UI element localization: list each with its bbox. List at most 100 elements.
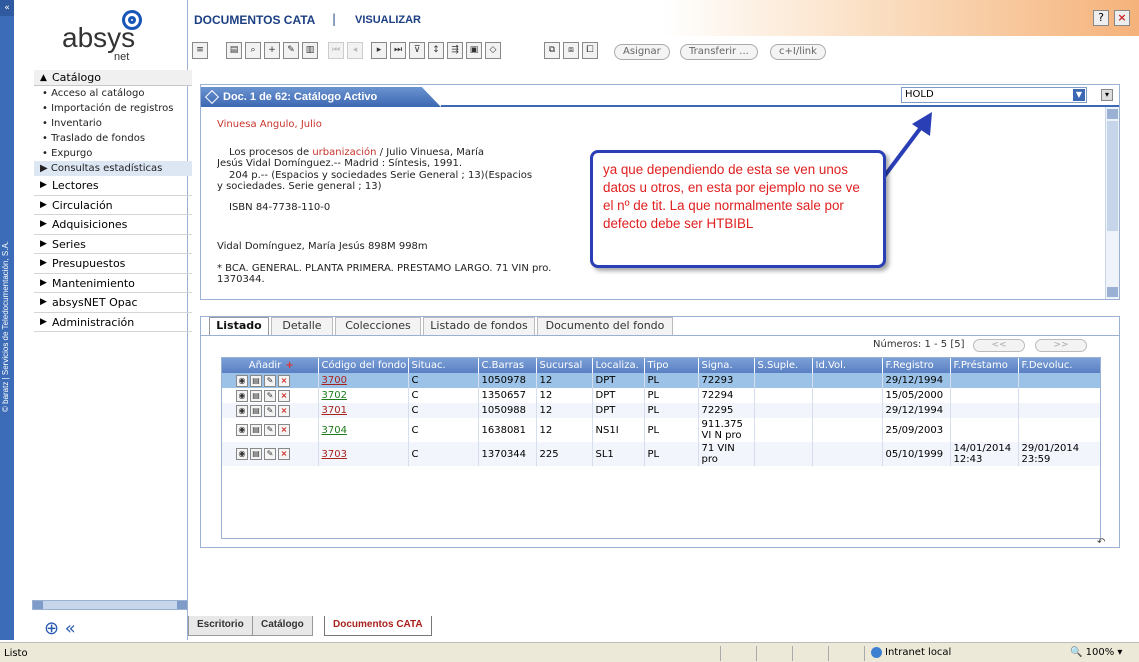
tab-listado[interactable]: Listado [209, 317, 269, 335]
holding-code-link[interactable]: 3704 [322, 425, 347, 436]
remove-icon[interactable]: × [278, 424, 290, 436]
remove-icon[interactable]: × [278, 374, 290, 387]
table-row[interactable]: ◉ ▤ ✎ × 3701 C 1050988 12 DPT PL 72295 29/12/1994 [222, 403, 1100, 418]
scroll-right-icon[interactable] [177, 601, 187, 609]
add-holding-button[interactable]: Añadir + [222, 358, 319, 373]
back-nav-icon[interactable]: ⊕ « [44, 618, 76, 639]
sidebar-item-presupuestos[interactable]: ▶ Presupuestos [34, 254, 192, 274]
view-icon[interactable]: ◉ [236, 424, 248, 436]
tab-colecciones[interactable]: Colecciones [335, 317, 421, 335]
detail-icon[interactable]: ▤ [250, 404, 262, 417]
tab-documentos-cata[interactable]: Documentos CATA [324, 616, 432, 636]
zoom-level[interactable]: 🔍 100% ▾ [1070, 647, 1122, 658]
tab-catalogo[interactable]: Catálogo [252, 616, 313, 636]
minimize-icon[interactable]: ▾ [1101, 89, 1113, 101]
detail-icon[interactable]: ▤ [250, 374, 262, 387]
holding-code-link[interactable]: 3701 [322, 405, 347, 416]
add-icon[interactable]: + [264, 42, 280, 59]
expand-icon[interactable]: ◇ [485, 42, 501, 59]
edit-icon[interactable]: ✎ [283, 42, 299, 59]
document-scrollbar[interactable] [1105, 107, 1119, 299]
cell-code[interactable]: 3700 [318, 373, 409, 388]
scroll-up-icon[interactable] [1107, 109, 1118, 119]
remove-icon[interactable]: × [278, 448, 290, 460]
holding-code-link[interactable]: 3702 [322, 390, 347, 401]
menu-header-catalogo[interactable]: ▲ Catálogo [34, 70, 192, 86]
close-button[interactable]: × [1114, 10, 1130, 26]
column-header[interactable]: C.Barras [478, 358, 537, 373]
chevron-down-icon[interactable]: ▼ [1073, 89, 1085, 101]
collapse-sidebar-icon[interactable]: « [0, 0, 14, 16]
edit-icon[interactable]: ✎ [264, 374, 276, 387]
next-page-button[interactable]: >> [1035, 339, 1087, 352]
submenu-item[interactable]: • Acceso al catálogo [34, 86, 192, 101]
scroll-down-icon[interactable] [1107, 287, 1118, 297]
copy-icon[interactable]: ⧉ [544, 42, 560, 59]
sidebar-item-circulacion[interactable]: ▶ Circulación [34, 196, 192, 215]
export-icon[interactable]: ⇶ [447, 42, 463, 59]
cell-code[interactable]: 3704 [318, 418, 409, 442]
filter-icon[interactable]: ⊽ [409, 42, 425, 59]
tab-documento-fondo[interactable]: Documento del fondo [537, 317, 673, 335]
sort-icon[interactable]: ↕ [428, 42, 444, 59]
cell-code[interactable]: 3701 [318, 403, 409, 418]
sidebar-item-opac[interactable]: ▶ absysNET Opac [34, 293, 192, 313]
detail-icon[interactable]: ▤ [250, 424, 262, 436]
view-icon[interactable]: ◉ [236, 404, 248, 417]
column-header[interactable]: Situac. [408, 358, 479, 373]
prev-record-icon[interactable]: ◂ [347, 42, 363, 59]
sidebar-item-administracion[interactable]: ▶ Administración [34, 313, 192, 332]
menu-dropdown-icon[interactable]: ≡ [192, 42, 208, 59]
transferir-button[interactable]: Transferir ... [680, 44, 758, 60]
view-icon[interactable]: ◉ [236, 374, 248, 387]
holding-code-link[interactable]: 3700 [322, 375, 347, 386]
scroll-left-icon[interactable] [33, 601, 43, 609]
column-header[interactable]: Id.Vol. [812, 358, 883, 373]
cell-code[interactable]: 3702 [318, 388, 409, 403]
next-record-icon[interactable]: ▸ [371, 42, 387, 59]
help-button[interactable]: ? [1093, 10, 1109, 26]
scroll-thumb[interactable] [1107, 121, 1118, 231]
tab-escritorio[interactable]: Escritorio [188, 616, 253, 636]
submenu-item[interactable]: • Traslado de fondos [34, 131, 192, 146]
column-header[interactable]: Localiza. [592, 358, 645, 373]
print-icon[interactable]: ▣ [466, 42, 482, 59]
sidebar-item-lectores[interactable]: ▶ Lectores [34, 176, 192, 196]
search-icon[interactable]: ⌕ [245, 42, 261, 59]
sidebar-item-mantenimiento[interactable]: ▶ Mantenimiento [34, 274, 192, 293]
submenu-item-selected[interactable]: ▶ Consultas estadísticas [34, 161, 192, 176]
first-record-icon[interactable]: ⏮ [328, 42, 344, 59]
tab-listado-fondos[interactable]: Listado de fondos [423, 317, 535, 335]
column-header[interactable]: Sucursal [536, 358, 593, 373]
view-icon[interactable]: ◉ [236, 448, 248, 460]
column-header[interactable]: Signa. [698, 358, 755, 373]
holding-code-link[interactable]: 3703 [322, 449, 347, 460]
submenu-item[interactable]: • Importación de registros [34, 101, 192, 116]
table-row[interactable]: ◉ ▤ ✎ × 3704 C 1638081 12 NS1I PL 911.375 VI N pro… [222, 418, 1100, 442]
sidebar-item-adquisiciones[interactable]: ▶ Adquisiciones [34, 215, 192, 235]
column-header[interactable]: F.Préstamo [950, 358, 1019, 373]
remove-icon[interactable]: × [278, 389, 290, 402]
asignar-button[interactable]: Asignar [614, 44, 670, 60]
submenu-item[interactable]: • Expurgo [34, 146, 192, 161]
table-row[interactable]: ◉ ▤ ✎ × 3703 C 1370344 225 SL1 PL 71 VIN pro 05/10/… [222, 442, 1100, 466]
sidebar-scrollbar[interactable] [32, 600, 188, 610]
detail-icon[interactable]: ▤ [250, 389, 262, 402]
prev-page-button[interactable]: << [973, 339, 1025, 352]
sidebar-item-series[interactable]: ▶ Series [34, 235, 192, 254]
table-row[interactable]: ◉ ▤ ✎ × 3700 C 1050978 12 DPT PL 72293 29/12/1994 [222, 373, 1100, 388]
paste-icon[interactable]: ⧈ [563, 42, 579, 59]
submenu-item[interactable]: • Inventario [34, 116, 192, 131]
delete-icon[interactable]: ▥ [302, 42, 318, 59]
column-header[interactable]: Tipo [644, 358, 699, 373]
edit-icon[interactable]: ✎ [264, 424, 276, 436]
document-icon[interactable]: ▤ [226, 42, 242, 59]
cell-code[interactable]: 3703 [318, 442, 409, 466]
edit-icon[interactable]: ✎ [264, 389, 276, 402]
column-header[interactable]: F.Devoluc. [1018, 358, 1100, 373]
view-icon[interactable]: ◉ [236, 389, 248, 402]
column-header[interactable]: S.Suple. [754, 358, 813, 373]
column-header[interactable]: F.Registro [882, 358, 951, 373]
remove-icon[interactable]: × [278, 404, 290, 417]
last-record-icon[interactable]: ⏭ [390, 42, 406, 59]
